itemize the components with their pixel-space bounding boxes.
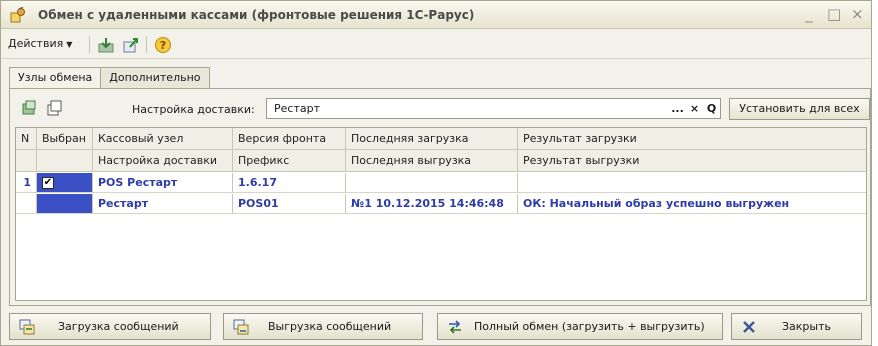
actions-label: Действия (8, 37, 64, 50)
exchange-nodes-table: N Выбран Кассовый узел Версия фронта Пос… (15, 127, 867, 301)
toolbar-separator (89, 36, 90, 53)
svg-text:?: ? (160, 39, 166, 52)
select-button[interactable]: ... (669, 99, 686, 118)
node-name-cell[interactable]: POS Рестарт (93, 173, 233, 192)
footer-buttons: Загрузка сообщений Выгрузка сообщений По… (1, 311, 871, 345)
column-header-last-load[interactable]: Последняя загрузка (346, 128, 518, 149)
column-header-selected-sub (37, 150, 93, 171)
selected-cell[interactable] (37, 194, 93, 213)
row-number-empty (16, 194, 37, 213)
exchange-window: Обмен с удаленными кассами (фронтовые ре… (0, 0, 872, 346)
column-header-n[interactable]: N (16, 128, 37, 149)
table-row[interactable]: 1 ✔ POS Рестарт 1.6.17 (16, 173, 866, 193)
close-label: Закрыть (782, 320, 831, 333)
unload-messages-button[interactable]: Выгрузка сообщений (223, 313, 423, 340)
unload-messages-icon (233, 319, 249, 335)
tab-exchange-nodes[interactable]: Узлы обмена (9, 67, 102, 89)
last-unload-cell[interactable]: №1 10.12.2015 14:46:48 (346, 194, 518, 213)
save-icon[interactable] (97, 36, 115, 54)
table-header-row: Настройка доставки Префикс Последняя выг… (16, 150, 866, 172)
actions-menu[interactable]: Действия ▼ (8, 37, 72, 50)
delivery-field-buttons: ... × Q (669, 98, 721, 119)
delivery-settings-field[interactable]: Рестарт (266, 98, 721, 119)
chevron-down-icon: ▼ (66, 40, 73, 49)
last-load-cell[interactable] (346, 173, 518, 192)
toolbar-separator (146, 36, 147, 53)
row-number: 1 (16, 173, 37, 192)
close-button[interactable]: Закрыть (731, 313, 862, 340)
tab-bar: Узлы обмена Дополнительно (9, 67, 210, 89)
load-messages-button[interactable]: Загрузка сообщений (9, 313, 211, 340)
prefix-cell[interactable]: POS01 (233, 194, 346, 213)
table-row[interactable]: Рестарт POS01 №1 10.12.2015 14:46:48 ОК:… (16, 194, 866, 214)
full-exchange-button[interactable]: Полный обмен (загрузить + выгрузить) (437, 313, 723, 340)
column-header-node[interactable]: Кассовый узел (93, 128, 233, 149)
export-icon[interactable] (122, 36, 140, 54)
column-header-version[interactable]: Версия фронта (233, 128, 346, 149)
delivery-settings-row: Настройка доставки: Рестарт ... × Q Уста… (10, 97, 870, 121)
column-header-last-unload[interactable]: Последняя выгрузка (346, 150, 518, 171)
column-header-unload-result[interactable]: Результат выгрузки (518, 150, 866, 171)
unload-messages-label: Выгрузка сообщений (268, 320, 392, 333)
load-messages-label: Загрузка сообщений (58, 320, 179, 333)
title-bar: Обмен с удаленными кассами (фронтовые ре… (1, 1, 871, 29)
open-icon[interactable]: Q (703, 99, 720, 118)
copy-node-icon[interactable] (45, 99, 63, 117)
load-messages-icon (19, 319, 35, 335)
window-controls: _ □ × (803, 6, 863, 22)
delivery-cell[interactable]: Рестарт (93, 194, 233, 213)
minimize-button[interactable]: _ (803, 6, 815, 22)
selected-cell[interactable]: ✔ (37, 173, 93, 192)
app-icon (10, 7, 25, 23)
load-result-cell[interactable] (518, 173, 866, 192)
version-cell[interactable]: 1.6.17 (233, 173, 346, 192)
set-for-all-button[interactable]: Установить для всех (729, 98, 870, 120)
column-header-load-result[interactable]: Результат загрузки (518, 128, 866, 149)
toolbar: Действия ▼ ? (1, 29, 871, 59)
tab-additional[interactable]: Дополнительно (100, 67, 210, 88)
delivery-settings-label: Настройка доставки: (132, 103, 255, 116)
exchange-nodes-panel: Настройка доставки: Рестарт ... × Q Уста… (9, 88, 871, 306)
close-icon (743, 321, 755, 333)
help-icon[interactable]: ? (154, 36, 172, 54)
maximize-button[interactable]: □ (827, 6, 841, 22)
add-node-icon[interactable] (20, 99, 38, 117)
unload-result-cell[interactable]: ОК: Начальный образ успешно выгружен (518, 194, 866, 213)
column-header-n-sub (16, 150, 37, 171)
close-window-button[interactable]: × (851, 6, 864, 22)
column-header-prefix[interactable]: Префикс (233, 150, 346, 171)
selected-checkbox[interactable]: ✔ (42, 176, 54, 189)
window-title: Обмен с удаленными кассами (фронтовые ре… (38, 8, 475, 22)
full-exchange-label: Полный обмен (загрузить + выгрузить) (474, 320, 705, 333)
full-exchange-icon (449, 320, 461, 334)
table-header-row: N Выбран Кассовый узел Версия фронта Пос… (16, 128, 866, 150)
column-header-selected[interactable]: Выбран (37, 128, 93, 149)
column-header-delivery[interactable]: Настройка доставки (93, 150, 233, 171)
clear-icon[interactable]: × (686, 99, 703, 118)
